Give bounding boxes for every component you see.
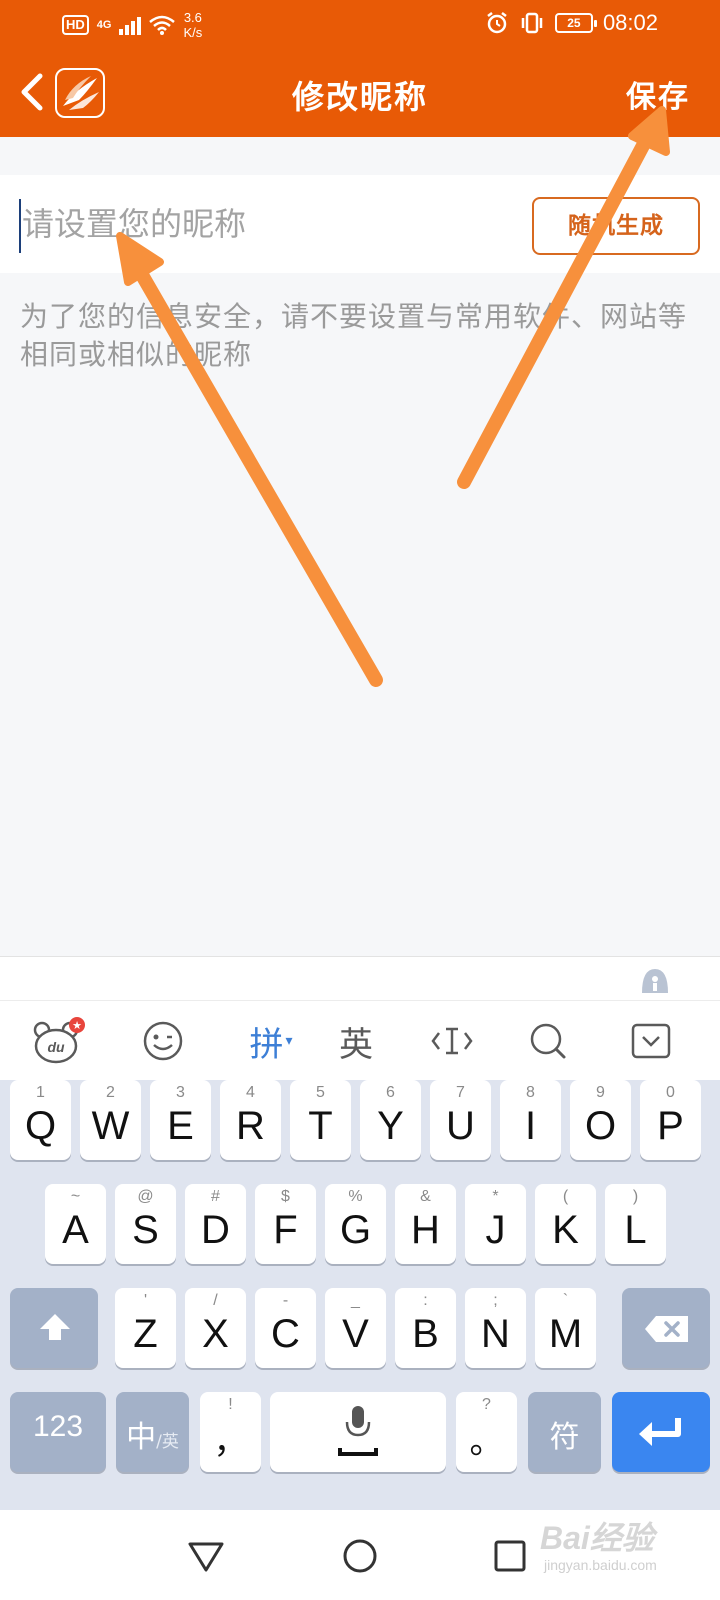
save-button[interactable]: 保存	[626, 72, 690, 116]
search-icon[interactable]	[520, 1013, 576, 1069]
battery-indicator: 25	[554, 13, 597, 33]
keyboard-assist-bar	[0, 956, 720, 1000]
arrow-to-save	[457, 106, 670, 489]
key-g[interactable]: % G	[325, 1184, 386, 1264]
backspace-icon	[645, 1316, 688, 1342]
key-x[interactable]: / X	[185, 1288, 246, 1368]
emoji-icon[interactable]	[135, 1013, 191, 1069]
ai-assistant-icon[interactable]	[638, 965, 672, 995]
clock: 08:02	[602, 10, 658, 35]
microphone-icon	[338, 1406, 378, 1456]
recent-apps-square-icon[interactable]	[486, 1532, 534, 1580]
english-mode-button[interactable]: 英	[328, 1013, 384, 1069]
home-circle-icon[interactable]	[336, 1532, 384, 1580]
key-o[interactable]: 9O	[570, 1080, 631, 1160]
security-hint: 为了您的信息安全，请不要设置与常用软件、网站等相同或相似的昵称	[20, 300, 688, 371]
status-bar: HD 4G 3.6 K/s 25 08:02	[0, 0, 720, 48]
key-p[interactable]: 0P	[640, 1080, 701, 1160]
signal-icon	[119, 15, 142, 35]
symbols-key[interactable]: 符	[528, 1392, 601, 1472]
du-bear-icon[interactable]: du ★	[30, 1013, 86, 1069]
period-key[interactable]: ?。	[456, 1392, 517, 1472]
app-header: HD 4G 3.6 K/s 25 08:02 修改昵称 保存	[0, 0, 720, 137]
random-generate-button[interactable]: 随机生成	[532, 197, 700, 255]
key-i[interactable]: 8I	[500, 1080, 561, 1160]
key-d[interactable]: # D	[185, 1184, 246, 1264]
keyboard: 1Q 2W 3E 4R 5T 6Y 7U 8I 9O 0P ~ A @ S # D $…	[0, 1080, 720, 1510]
arrow-up-icon	[40, 1314, 70, 1340]
alarm-icon	[487, 12, 507, 34]
network-speed: 3.6 K/s	[183, 10, 203, 40]
svg-text:du: du	[47, 1039, 65, 1055]
svg-text:★: ★	[72, 1019, 82, 1032]
key-u[interactable]: 7U	[430, 1080, 491, 1160]
comma-key[interactable]: !，	[200, 1392, 261, 1472]
wifi-icon	[149, 15, 176, 35]
key-q[interactable]: 1Q	[10, 1080, 71, 1160]
network-type: 4G	[96, 19, 112, 31]
pinyin-mode-button[interactable]: 拼 ▾	[236, 1013, 306, 1069]
nickname-input[interactable]	[22, 193, 492, 255]
vibrate-icon	[521, 12, 543, 34]
zh-en-switch-key[interactable]: 中/英	[116, 1392, 189, 1472]
hd-badge: HD	[62, 15, 89, 35]
key-l[interactable]: ) L	[605, 1184, 666, 1264]
key-w[interactable]: 2W	[80, 1080, 141, 1160]
baidu-watermark: Bai经验 jingyan.baidu.com	[540, 1520, 657, 1573]
numbers-key[interactable]: 123	[10, 1392, 106, 1472]
cursor-move-icon[interactable]	[424, 1013, 480, 1069]
key-f[interactable]: $ F	[255, 1184, 316, 1264]
key-n[interactable]: ; N	[465, 1288, 526, 1368]
key-b[interactable]: :B	[395, 1288, 456, 1368]
enter-arrow-icon	[639, 1418, 681, 1446]
key-c[interactable]: -C	[255, 1288, 316, 1368]
key-h[interactable]: & H	[395, 1184, 456, 1264]
key-v[interactable]: _ V	[325, 1288, 386, 1368]
page-title: 修改昵称	[291, 78, 428, 116]
backspace-key[interactable]	[622, 1288, 710, 1368]
key-e[interactable]: 3E	[150, 1080, 211, 1160]
key-y[interactable]: 6Y	[360, 1080, 421, 1160]
hide-keyboard-icon[interactable]	[623, 1013, 679, 1069]
back-triangle-icon[interactable]	[182, 1532, 230, 1580]
key-t[interactable]: 5T	[290, 1080, 351, 1160]
key-j[interactable]: * J	[465, 1184, 526, 1264]
keyboard-toolbar: du ★ 拼 ▾ 英	[0, 1000, 720, 1080]
text-cursor	[19, 199, 21, 253]
key-k[interactable]: (K	[535, 1184, 596, 1264]
enter-key[interactable]	[612, 1392, 710, 1472]
key-s[interactable]: @ S	[115, 1184, 176, 1264]
shift-key[interactable]	[10, 1288, 98, 1368]
space-key[interactable]	[270, 1392, 446, 1472]
key-z[interactable]: ' Z	[115, 1288, 176, 1368]
nickname-row: 随机生成	[0, 175, 720, 273]
key-m[interactable]: ` M	[535, 1288, 596, 1368]
key-r[interactable]: 4R	[220, 1080, 281, 1160]
key-a[interactable]: ~ A	[45, 1184, 106, 1264]
